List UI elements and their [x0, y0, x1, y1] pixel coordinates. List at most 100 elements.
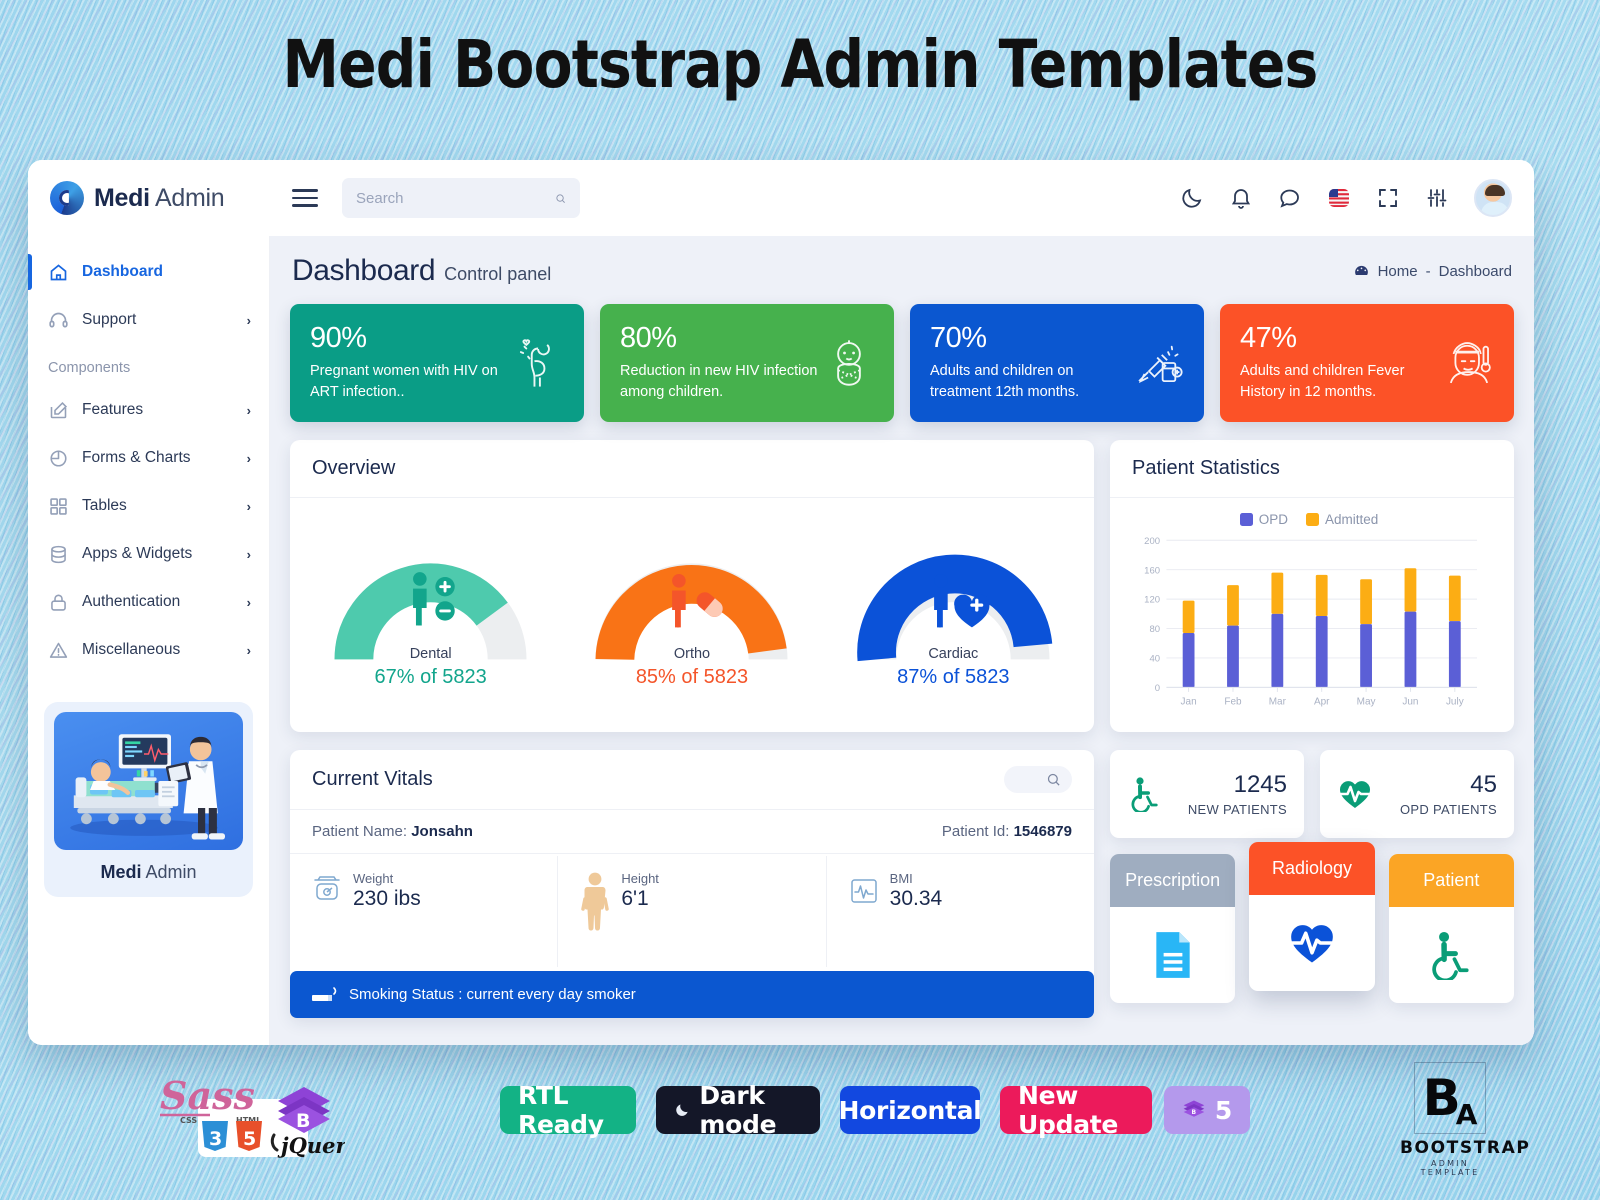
- bootstrap-logo-mark: BA: [1414, 1062, 1486, 1134]
- sidebar-item-authentication[interactable]: Authentication ›: [28, 578, 269, 626]
- badge-bootstrap-version[interactable]: B 5: [1164, 1086, 1250, 1134]
- breadcrumb-separator: -: [1425, 263, 1431, 280]
- patient-statistics-bar-chart[interactable]: 0 40 80 120 160 200 Jan Feb Mar Apr May Jun July: [1118, 533, 1500, 711]
- tile-prescription[interactable]: Prescription: [1110, 854, 1236, 1003]
- svg-text:Jan: Jan: [1181, 697, 1197, 708]
- badge-dark-mode[interactable]: Dark mode: [656, 1081, 820, 1139]
- bottom-row: Current Vitals Patient Name: Jonsahn Pat…: [290, 750, 1514, 1018]
- badge-new-update[interactable]: New Update: [1000, 1081, 1152, 1139]
- stat-card-adults-treatment[interactable]: 70% Adults and children on treatment 12t…: [910, 304, 1204, 422]
- ecg-monitor-icon: [850, 879, 877, 903]
- pregnant-woman-icon: [519, 339, 550, 387]
- tile-label: Patient: [1388, 854, 1514, 907]
- patient-name-value: Jonsahn: [411, 823, 473, 840]
- dark-mode-icon[interactable]: [1180, 186, 1204, 210]
- stat-card-new-hiv-children[interactable]: 80% Reduction in new HIV infection among…: [600, 304, 894, 422]
- vitals-search-button[interactable]: [1004, 766, 1072, 793]
- vital-text: BMI 30.34: [890, 871, 943, 911]
- lock-icon: [51, 594, 66, 611]
- counter-number: 45: [1470, 771, 1497, 798]
- badge-label: Horizontal: [838, 1095, 982, 1125]
- top-navbar: Medi Admin: [28, 160, 1534, 236]
- sidebar-item-support[interactable]: Support ›: [28, 296, 269, 344]
- notification-bell-icon[interactable]: [1229, 186, 1253, 210]
- search-icon: [556, 193, 565, 203]
- gauge-label: Ortho: [673, 646, 711, 662]
- search-icon: [1047, 773, 1060, 786]
- stat-card-pregnant-women[interactable]: 90% Pregnant women with HIV on ART infec…: [290, 304, 584, 422]
- document-icon: [1155, 932, 1190, 978]
- chevron-right-icon: ›: [246, 642, 251, 658]
- vital-label: Height: [621, 871, 659, 886]
- overview-title: Overview: [290, 440, 1094, 498]
- vitals-header: Current Vitals: [290, 750, 1094, 810]
- brand-logo-area[interactable]: Medi Admin: [50, 181, 276, 215]
- legend-item-admitted[interactable]: Admitted: [1305, 512, 1379, 527]
- svg-text:July: July: [1446, 697, 1464, 708]
- fullscreen-icon[interactable]: [1376, 186, 1400, 210]
- counter-opd-patients[interactable]: 45 OPD PATIENTS: [1320, 750, 1514, 838]
- page-subtitle: Control panel: [444, 264, 552, 284]
- counter-new-patients[interactable]: 1245 NEW PATIENTS: [1110, 750, 1304, 838]
- sidebar-promo-card[interactable]: Medi Admin: [44, 702, 253, 897]
- sidebar-item-dashboard[interactable]: Dashboard: [28, 248, 269, 296]
- flag-us-icon[interactable]: [1327, 186, 1351, 210]
- patient-statistics-chart-area: OPD Admitted 0 40 80 120 160 200 Jan Feb Mar Apr M…: [1110, 498, 1514, 732]
- sidebar-item-tables[interactable]: Tables ›: [28, 482, 269, 530]
- patient-info-row: Patient Name: Jonsahn Patient Id: 154687…: [290, 810, 1094, 854]
- sidebar-item-forms-charts[interactable]: Forms & Charts ›: [28, 434, 269, 482]
- sidebar-item-features[interactable]: Features ›: [28, 386, 269, 434]
- promo-light: Admin: [141, 862, 197, 882]
- admin-dashboard-window: Medi Admin Search Dashboard Support › Co…: [28, 160, 1534, 1045]
- legend-item-opd[interactable]: OPD: [1239, 512, 1288, 527]
- counter-label: OPD PATIENTS: [1399, 802, 1497, 817]
- sidebar-item-label: Authentication: [82, 593, 181, 610]
- sidebar-section-label: Components: [48, 360, 131, 376]
- tile-body: [1389, 907, 1514, 1003]
- user-avatar[interactable]: [1474, 179, 1512, 217]
- page-title: Medi Bootstrap Admin Templates: [282, 26, 1319, 103]
- current-vitals-panel: Current Vitals Patient Name: Jonsahn Pat…: [290, 750, 1094, 1018]
- page-header: Dashboard Control panel Home - Dashboard: [290, 254, 1514, 304]
- tile-patient[interactable]: Patient: [1388, 854, 1514, 1003]
- gauge-dental[interactable]: Dental 67% of 5823: [301, 512, 560, 689]
- sidebar-item-label: Apps & Widgets: [82, 545, 193, 562]
- settings-sliders-icon[interactable]: [1425, 186, 1449, 210]
- gauge-label: Cardiac: [928, 646, 979, 662]
- search-box[interactable]: [342, 178, 580, 218]
- sidebar: Dashboard Support › Components Features …: [28, 236, 270, 1045]
- dashboard-gauge-icon: [1354, 265, 1368, 276]
- gauge-value: 67% of 5823: [374, 666, 487, 688]
- vital-text: Height 6'1: [621, 871, 659, 911]
- breadcrumb-current: Dashboard: [1438, 263, 1512, 280]
- sidebar-item-miscellaneous[interactable]: Miscellaneous ›: [28, 626, 269, 674]
- chat-icon[interactable]: [1278, 186, 1302, 210]
- stat-description: Pregnant women with HIV on ART infection…: [310, 363, 498, 400]
- vital-bmi: BMI 30.34: [825, 856, 1094, 967]
- stat-card-fever-history[interactable]: 47% Adults and children Fever History in…: [1220, 304, 1514, 422]
- gauge-cardiac[interactable]: Cardiac 87% of 5823: [824, 512, 1083, 689]
- database-icon: [51, 545, 66, 563]
- gauge-value: 85% of 5823: [635, 666, 749, 688]
- tile-label: Prescription: [1110, 854, 1236, 907]
- legend-label: Admitted: [1324, 512, 1379, 527]
- counter-number: 1245: [1233, 771, 1287, 798]
- sidebar-item-label: Dashboard: [82, 263, 163, 280]
- chevron-right-icon: ›: [246, 594, 251, 610]
- sidebar-item-apps-widgets[interactable]: Apps & Widgets ›: [28, 530, 269, 578]
- legend-swatch: [1239, 513, 1253, 526]
- tile-radiology[interactable]: Radiology: [1249, 842, 1375, 991]
- badge-rtl-ready[interactable]: RTL Ready: [500, 1081, 636, 1139]
- body-container: Dashboard Support › Components Features …: [28, 236, 1534, 1045]
- stat-description: Adults and children on treatment 12th mo…: [930, 363, 1080, 400]
- svg-text:200: 200: [1144, 536, 1160, 547]
- menu-toggle-icon[interactable]: [292, 184, 318, 212]
- search-input[interactable]: [356, 189, 555, 207]
- home-icon: [50, 263, 67, 280]
- breadcrumb-home[interactable]: Home: [1378, 263, 1418, 280]
- badge-horizontal[interactable]: Horizontal: [838, 1086, 982, 1134]
- gauge-ortho[interactable]: Ortho 85% of 5823: [563, 512, 822, 689]
- brand-text: Medi Admin: [94, 184, 225, 213]
- weight-scale-icon: [314, 876, 340, 900]
- svg-text:Jun: Jun: [1402, 697, 1418, 708]
